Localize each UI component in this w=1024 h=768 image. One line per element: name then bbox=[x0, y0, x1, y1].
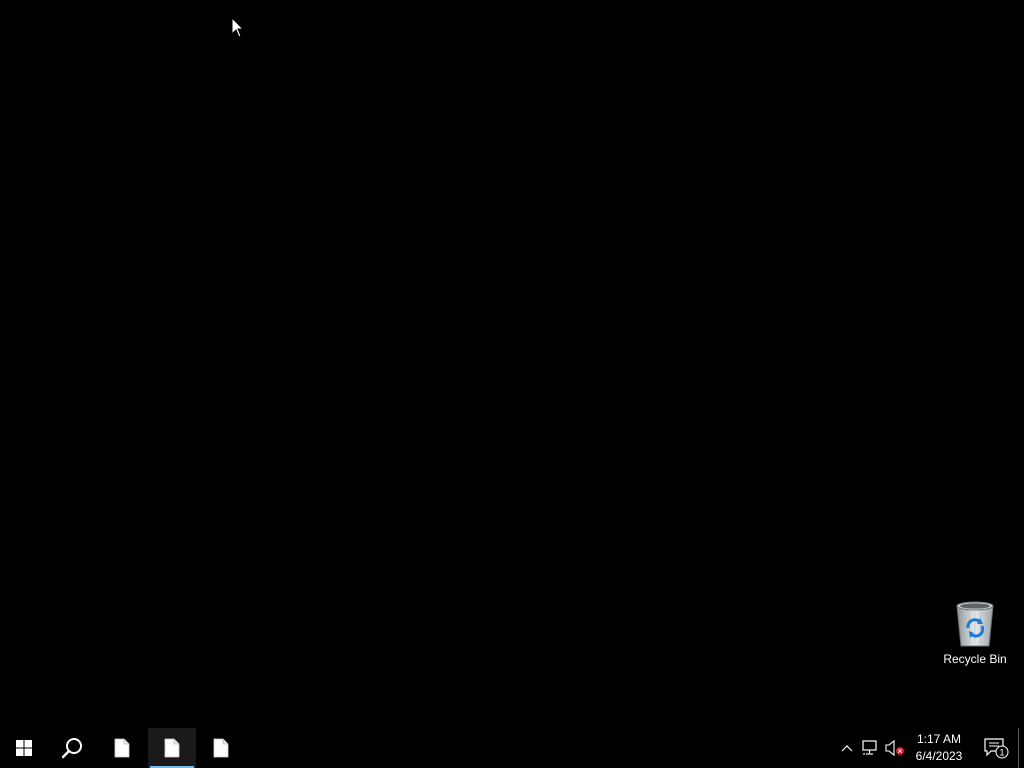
notification-icon: 1 bbox=[984, 738, 1009, 759]
search-icon bbox=[61, 738, 82, 759]
network-status-button[interactable] bbox=[859, 728, 883, 768]
document-icon bbox=[114, 738, 130, 758]
taskbar-app-document-1[interactable] bbox=[98, 728, 146, 768]
taskbar-app-document-2[interactable] bbox=[148, 728, 196, 768]
clock-date: 6/4/2023 bbox=[915, 749, 963, 763]
action-center-button[interactable]: 1 bbox=[976, 728, 1016, 768]
recycle-bin-label: Recycle Bin bbox=[943, 652, 1007, 666]
taskbar: 1:17 AM 6/4/2023 1 bbox=[0, 728, 1024, 768]
taskbar-app-document-3[interactable] bbox=[197, 728, 245, 768]
windows-logo-icon bbox=[16, 740, 32, 756]
desktop-icon-recycle-bin[interactable]: Recycle Bin bbox=[940, 600, 1010, 672]
volume-muted-icon bbox=[885, 740, 904, 756]
show-desktop-button[interactable] bbox=[1018, 728, 1024, 768]
show-hidden-icons-button[interactable] bbox=[835, 728, 859, 768]
start-button[interactable] bbox=[0, 728, 48, 768]
desktop[interactable]: Recycle Bin bbox=[0, 0, 1024, 728]
document-icon bbox=[213, 738, 229, 758]
recycle-bin-icon bbox=[956, 601, 994, 647]
mouse-cursor-icon bbox=[231, 17, 245, 38]
document-icon bbox=[164, 738, 180, 758]
notification-count: 1 bbox=[999, 748, 1004, 758]
chevron-up-icon bbox=[841, 745, 853, 752]
clock[interactable]: 1:17 AM 6/4/2023 bbox=[908, 728, 970, 768]
volume-button[interactable] bbox=[883, 728, 907, 768]
clock-time: 1:17 AM bbox=[916, 732, 962, 746]
search-button[interactable] bbox=[48, 728, 96, 768]
network-icon bbox=[862, 740, 877, 755]
